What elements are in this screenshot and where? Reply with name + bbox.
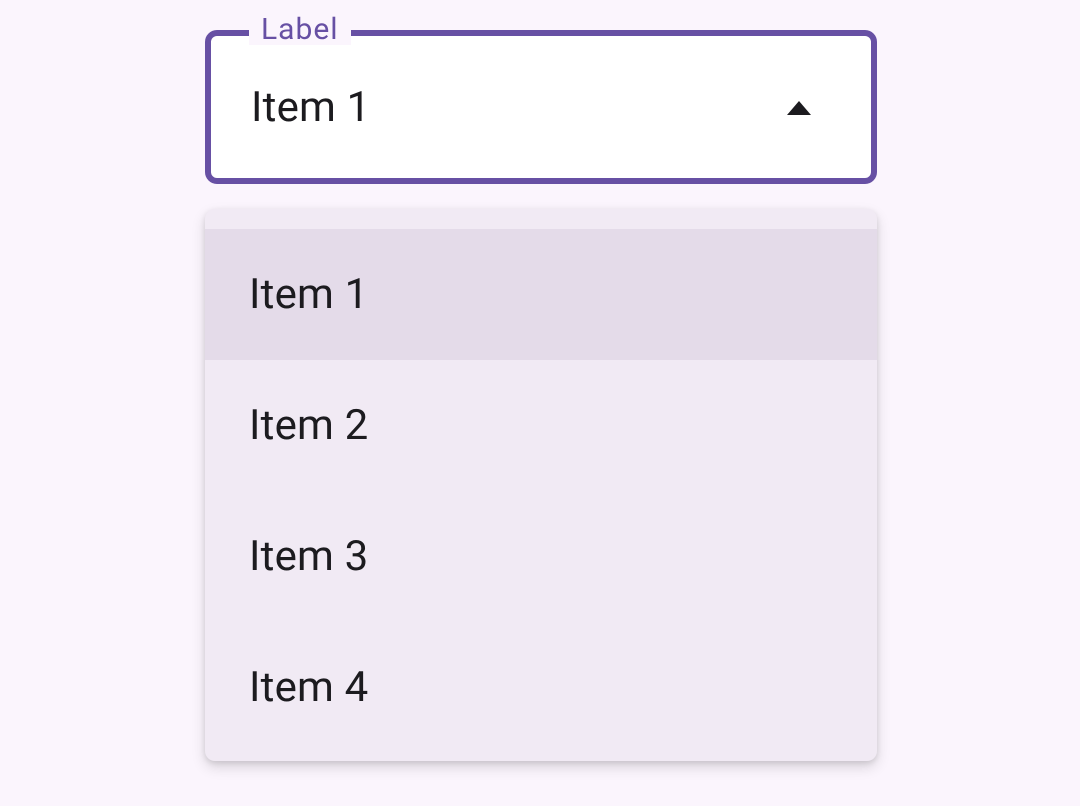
menu-item-label: Item 2 — [249, 401, 369, 450]
menu-item-label: Item 4 — [249, 663, 369, 712]
menu-item-2[interactable]: Item 2 — [205, 360, 877, 491]
menu-item-1[interactable]: Item 1 — [205, 229, 877, 360]
menu-item-label: Item 3 — [249, 532, 369, 581]
menu-item-4[interactable]: Item 4 — [205, 622, 877, 753]
select-combobox[interactable]: Item 1 — [205, 30, 877, 184]
select-menu[interactable]: Item 1 Item 2 Item 3 Item 4 — [205, 209, 877, 761]
select-value: Item 1 — [251, 83, 371, 132]
select-label: Label — [249, 15, 351, 45]
select-field: Item 1 Label — [205, 30, 877, 184]
menu-item-3[interactable]: Item 3 — [205, 491, 877, 622]
menu-item-label: Item 1 — [249, 270, 369, 319]
arrow-drop-up-icon — [783, 97, 815, 117]
